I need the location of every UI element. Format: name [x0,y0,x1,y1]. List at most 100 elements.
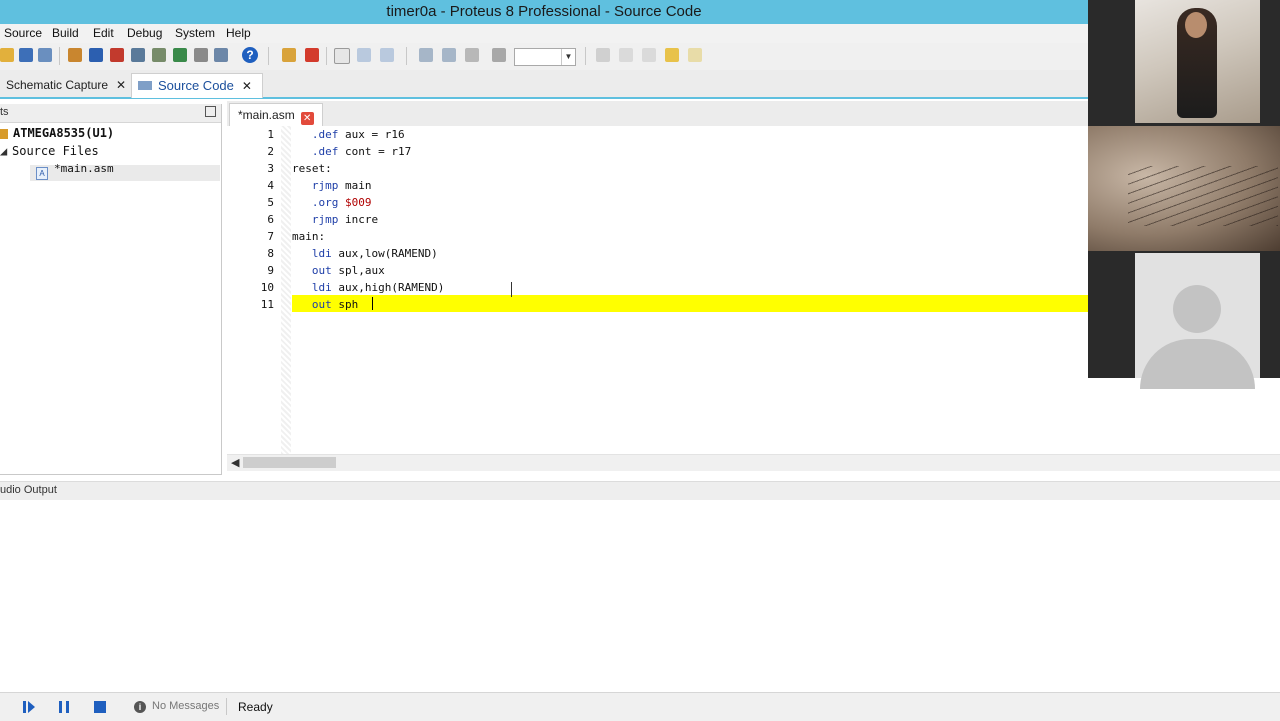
play-icon[interactable] [22,700,36,714]
operands: aux,high(RAMEND) [331,281,445,294]
line-number: 5 [267,196,274,209]
tab-source-code[interactable]: Source Code ✕ [131,73,263,98]
undo-icon[interactable] [665,48,679,62]
panel-title: ts [0,106,9,118]
menu-system[interactable]: System [175,24,215,43]
code-line[interactable]: .org $009 [292,196,372,209]
bom-icon[interactable] [110,48,124,62]
number-literal: $009 [345,196,372,209]
code-line[interactable]: ldi aux,low(RAMEND) [292,247,438,260]
paste-icon[interactable] [642,48,656,62]
code-line[interactable]: rjmp incre [292,213,378,226]
tree-item-main-asm[interactable]: *main.asm [54,162,114,175]
operands: aux,low(RAMEND) [331,247,438,260]
scrollbar-thumb[interactable] [243,457,336,468]
operands: cont = r17 [338,145,412,158]
open-folder-icon[interactable] [0,48,14,62]
clean-icon[interactable] [465,48,479,62]
fold-margin [281,126,291,454]
output-panel-header: udio Output [0,481,1280,501]
output-panel[interactable] [0,500,1280,690]
tab-label: Schematic Capture [6,78,109,92]
design-explorer-icon[interactable] [152,48,166,62]
mnemonic: rjmp [311,213,339,226]
float-window-icon[interactable] [205,106,216,117]
source-code-icon[interactable] [214,48,228,62]
save-icon[interactable] [19,48,33,62]
status-text: Ready [238,700,273,714]
close-icon[interactable]: ✕ [242,79,252,93]
code-editor[interactable]: 1 2 3 4 5 6 7 8 9 10 11 .def aux = r16 .… [227,126,1088,454]
cut-icon[interactable] [596,48,610,62]
label: reset: [292,162,332,175]
close-file-icon[interactable] [305,48,319,62]
code-line[interactable]: reset: [292,162,332,175]
code-line[interactable]: .def aux = r16 [292,128,405,141]
pause-icon[interactable] [57,700,71,714]
menu-edit[interactable]: Edit [93,24,114,43]
rebuild-icon[interactable] [442,48,456,62]
video-call-panel [1088,0,1280,389]
line-number: 6 [267,213,274,226]
line-number: 10 [260,281,274,294]
menu-debug[interactable]: Debug [127,24,162,43]
open-file-icon[interactable] [282,48,296,62]
tree-item-mcu[interactable]: ATMEGA8535(U1) [13,126,114,140]
menu-help[interactable]: Help [226,24,251,43]
directive: .def [311,145,339,158]
chevron-down-icon[interactable]: ▼ [561,49,575,65]
directive: .org [311,196,339,209]
code-line[interactable]: main: [292,230,325,243]
projects-panel-header: ts [0,104,221,123]
schematic-icon[interactable] [89,48,103,62]
notes-icon[interactable] [194,48,208,62]
participant-video-1 [1135,0,1260,123]
tab-label: Source Code [158,78,234,93]
code-line[interactable]: ldi aux,high(RAMEND) [292,281,444,294]
line-number: 9 [267,264,274,277]
import-file-icon[interactable] [380,48,394,62]
label: main: [292,230,326,243]
tree-item-source-files[interactable]: Source Files [12,144,99,158]
add-file-icon[interactable] [357,48,371,62]
settings-icon[interactable] [492,48,506,62]
line-number: 3 [267,162,274,175]
status-bar: i No Messages Ready [0,692,1280,721]
build-icon[interactable] [419,48,433,62]
tab-main-asm[interactable]: *main.asm ✕ [229,103,323,127]
tab-schematic-capture[interactable]: Schematic Capture ✕ [6,73,126,97]
avatar-icon [1173,285,1221,333]
menu-build[interactable]: Build [52,24,79,43]
expand-arrow-icon[interactable]: ◢ [0,144,7,158]
scroll-left-icon[interactable]: ◀ [231,456,239,469]
code-line-current[interactable]: out sph [292,298,358,311]
menu-source[interactable]: Source [4,24,42,43]
operands [338,196,345,209]
code-line[interactable]: .def cont = r17 [292,145,411,158]
home-icon[interactable] [68,48,82,62]
gerber-icon[interactable] [173,48,187,62]
mnemonic: ldi [311,247,332,260]
horizontal-scrollbar[interactable]: ◀ [227,454,1280,471]
editor-tabs: *main.asm ✕ [227,101,1088,127]
stop-icon[interactable] [93,700,107,714]
back-icon[interactable] [131,48,145,62]
save-all-icon[interactable] [38,48,52,62]
line-number: 7 [267,230,274,243]
chip-icon [0,129,8,139]
messages-status[interactable]: No Messages [152,700,219,712]
close-icon[interactable]: ✕ [116,78,126,92]
directive: .def [311,128,339,141]
mnemonic: out [311,298,332,311]
help-icon[interactable]: ? [242,47,258,63]
code-line[interactable]: out spl,aux [292,264,385,277]
new-file-icon[interactable] [334,48,350,64]
copy-icon[interactable] [619,48,633,62]
redo-icon[interactable] [688,48,702,62]
zoom-select[interactable]: ▼ [514,48,576,66]
close-icon[interactable]: ✕ [300,112,314,125]
code-line[interactable]: rjmp main [292,179,372,192]
